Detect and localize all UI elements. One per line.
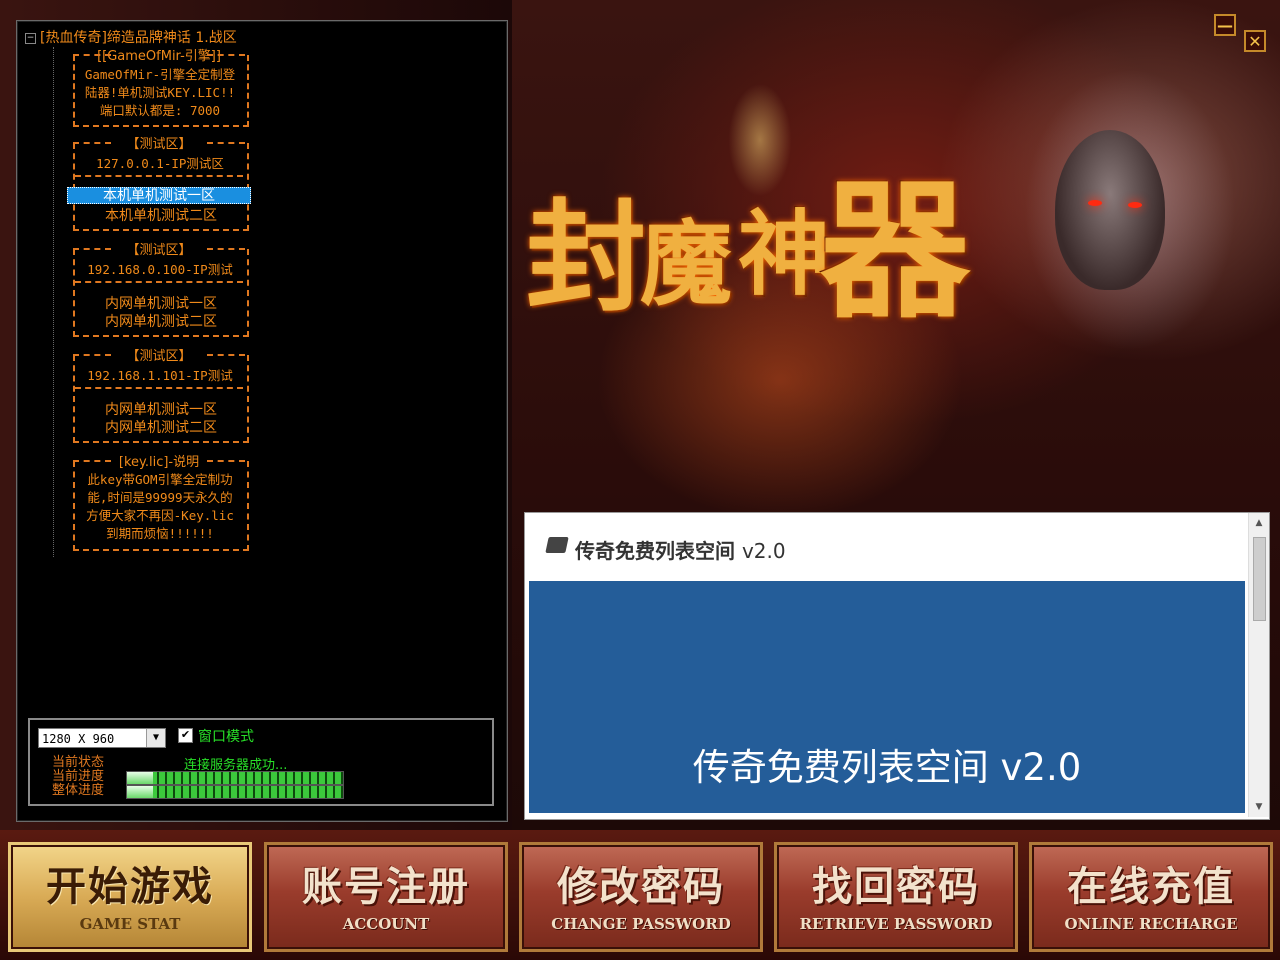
button-sublabel: GAME STAT [79,915,181,933]
keyinfo-line: 能,时间是99999天永久的 [87,490,233,505]
tree-connector [53,47,54,557]
group-separator [75,387,243,389]
close-button[interactable]: ✕ [1244,30,1266,52]
web-panel[interactable]: 传奇免费列表空间 v2.0 传奇免费列表空间 v2.0 ▲ ▼ [524,512,1270,820]
group-header: 127.0.0.1-IP测试区 [96,156,224,171]
tree-root[interactable]: − [热血传奇]缔造品牌神话 1.战区 [25,27,237,47]
window-mode-checkbox[interactable]: ✔ [178,728,193,743]
current-progress-fill [127,772,153,784]
server-item[interactable]: 内网单机测试一区 [105,293,217,313]
tree-root-label: [热血传奇]缔造品牌神话 1.战区 [40,30,237,46]
current-progress-label: 当前进度 [52,769,105,784]
server-tree[interactable]: − [热血传奇]缔造品牌神话 1.战区 [[GameOfMir-引擎]] Game… [16,20,508,822]
server-item[interactable]: 内网单机测试一区 [105,399,217,419]
collapse-icon[interactable]: − [25,32,36,44]
overall-progress-bar [126,785,344,799]
change-password-button[interactable]: 修改密码 CHANGE PASSWORD [519,842,763,952]
window-mode-label: 窗口模式 [198,729,254,745]
scroll-down-icon[interactable]: ▼ [1249,799,1269,815]
scroll-up-icon[interactable]: ▲ [1249,515,1269,531]
button-label: 在线充值 [1067,863,1235,910]
group-separator [75,281,243,283]
button-sublabel: ONLINE RECHARGE [1064,915,1238,933]
status-panel: 1280 X 960 ▼ ✔ 窗口模式 当前状态 当前进度 整体进度 连接服务器… [28,718,494,806]
group-header: 192.168.0.100-IP测试 [87,262,233,277]
group-separator [75,175,243,177]
logo-char: 神 [738,200,831,308]
keyinfo-line: 到期而烦恼!!!!!! [106,526,214,541]
action-button-bar: 开始游戏 GAME STAT 账号注册 ACCOUNT 修改密码 CHANGE … [0,830,1280,960]
web-banner-text: 传奇免费列表空间 v2.0 [692,746,1082,789]
hero-face [1055,130,1165,290]
server-item[interactable]: 内网单机测试二区 [105,311,217,331]
web-header: 传奇免费列表空间 v2.0 [525,513,1245,579]
logo-char: 封 [526,187,646,328]
hero-character-art [960,30,1280,450]
logo-char: 器 [820,163,971,339]
info-line: 陆器!单机测试KEY.LIC!! [84,85,236,100]
start-game-button[interactable]: 开始游戏 GAME STAT [8,842,252,952]
scrollbar[interactable]: ▲ ▼ [1248,513,1269,817]
list-icon [545,537,569,553]
web-title: 传奇免费列表空间 v2.0 [575,535,786,564]
button-label: 找回密码 [812,863,980,910]
scroll-thumb[interactable] [1253,537,1266,621]
web-banner: 传奇免费列表空间 v2.0 [529,581,1245,813]
server-item[interactable]: 本机单机测试二区 [105,205,217,225]
button-label: 开始游戏 [46,863,214,910]
hero-eye [1128,202,1142,208]
current-progress-bar [126,771,344,785]
info-line: 端口默认都是: 7000 [99,103,221,118]
info-line: GameOfMir-引擎全定制登 [84,67,236,82]
overall-progress-fill [127,786,153,798]
online-recharge-button[interactable]: 在线充值 ONLINE RECHARGE [1029,842,1273,952]
resolution-select[interactable]: 1280 X 960 ▼ [38,728,166,748]
server-item-selected[interactable]: 本机单机测试一区 [67,187,251,204]
keyinfo-line: 此key带GOM引擎全定制功 [87,472,233,487]
account-register-button[interactable]: 账号注册 ACCOUNT [264,842,508,952]
server-item[interactable]: 内网单机测试二区 [105,417,217,437]
chevron-down-icon[interactable]: ▼ [146,729,165,747]
web-title-version: v2.0 [741,539,786,563]
button-sublabel: ACCOUNT [342,915,430,933]
button-sublabel: CHANGE PASSWORD [551,915,731,933]
game-logo: 封 魔 神 器 [520,140,990,339]
keyinfo-line: 方便大家不再因-Key.lic [86,508,234,523]
group-header: 192.168.1.101-IP测试 [87,368,233,383]
minimize-button[interactable]: — [1214,14,1236,36]
button-label: 账号注册 [302,863,470,910]
web-title-text: 传奇免费列表空间 [575,539,735,563]
resolution-value: 1280 X 960 [42,732,115,746]
button-sublabel: RETRIEVE PASSWORD [799,915,993,933]
status-label: 当前状态 [52,755,105,770]
button-label: 修改密码 [557,863,725,910]
hero-eye [1088,200,1102,206]
overall-progress-label: 整体进度 [52,783,105,798]
left-panel: − [热血传奇]缔造品牌神话 1.战区 [[GameOfMir-引擎]] Game… [0,0,512,830]
retrieve-password-button[interactable]: 找回密码 RETRIEVE PASSWORD [774,842,1018,952]
logo-char: 魔 [640,210,733,318]
